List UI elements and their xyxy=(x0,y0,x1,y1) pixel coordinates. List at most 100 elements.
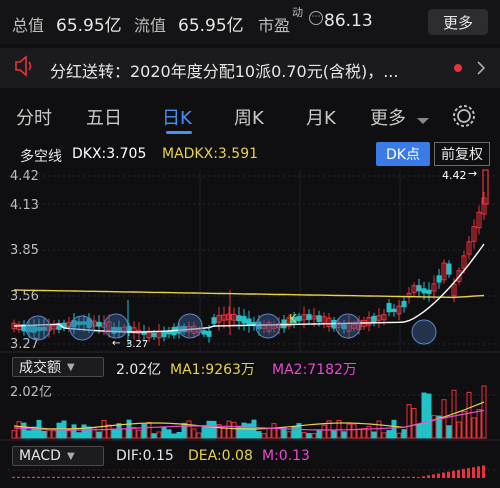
volume-bar xyxy=(241,422,247,439)
candle xyxy=(96,321,102,327)
macd-bar xyxy=(172,476,175,478)
high-price-marker: 4.42 xyxy=(442,169,467,182)
macd-bar xyxy=(352,476,355,478)
event-bubble xyxy=(255,313,281,339)
volume-bar xyxy=(146,421,152,439)
volume-bar xyxy=(416,423,422,439)
volume-bar xyxy=(226,420,232,439)
macd-bar xyxy=(112,476,115,478)
macd-bar xyxy=(322,476,325,478)
macd-bar xyxy=(207,476,210,478)
macd-indicator-button[interactable]: MACD ▼ xyxy=(12,446,104,466)
macd-bar xyxy=(472,467,475,478)
macd-bar xyxy=(372,476,375,478)
candle xyxy=(166,330,172,335)
macd-bar xyxy=(282,476,285,478)
volume-bar xyxy=(131,426,137,439)
volume-bar xyxy=(446,425,452,439)
volume-bar xyxy=(366,426,372,439)
volume-bar xyxy=(211,420,217,439)
volume-bar xyxy=(481,385,487,439)
volume-bar xyxy=(301,432,307,439)
candle xyxy=(246,318,252,326)
macd-bar xyxy=(52,476,55,478)
macd-bar xyxy=(462,469,465,478)
macd-bar xyxy=(362,476,365,478)
volume-axis-top: 2.02亿 xyxy=(10,385,52,400)
volume-bar xyxy=(41,430,47,439)
candle xyxy=(446,263,452,275)
volume-bar xyxy=(11,430,17,439)
volume-bar xyxy=(186,420,192,439)
event-bubble xyxy=(103,313,129,339)
low-price-marker: 3.27 xyxy=(126,339,149,350)
macd-bar xyxy=(77,476,80,478)
volume-bar xyxy=(151,433,157,439)
macd-bar xyxy=(142,476,145,478)
volume-bar xyxy=(381,432,387,439)
volume-bar xyxy=(386,430,392,439)
candle xyxy=(426,289,432,294)
candle xyxy=(236,315,242,322)
volume-bar xyxy=(141,423,147,439)
volume-bar xyxy=(136,429,142,439)
volume-indicator-button[interactable]: 成交额 ▼ xyxy=(12,357,104,377)
candle xyxy=(306,314,312,320)
macd-bar xyxy=(132,476,135,478)
volume-bar xyxy=(391,419,397,439)
candle xyxy=(436,275,442,283)
volume-bar xyxy=(121,428,127,439)
volume-bar xyxy=(96,431,102,439)
volume-bar xyxy=(201,425,207,439)
macd-bar xyxy=(27,476,30,478)
volume-bar xyxy=(171,433,177,439)
macd-bar xyxy=(482,465,485,478)
volume-bar xyxy=(421,392,427,439)
volume-bar xyxy=(331,430,337,439)
volume-bar xyxy=(476,409,482,439)
macd-bar xyxy=(292,476,295,478)
macd-bar xyxy=(262,476,265,478)
volume-bar xyxy=(221,427,227,439)
macd-bar xyxy=(307,476,310,478)
candle xyxy=(241,316,247,324)
volume-bar xyxy=(111,428,117,439)
macd-bar xyxy=(107,476,110,478)
volume-bar xyxy=(206,420,212,439)
event-bubble xyxy=(69,315,95,341)
volume-value: 2.02亿 xyxy=(116,362,162,378)
macd-bar xyxy=(297,476,300,478)
volume-bar xyxy=(471,417,477,439)
kline-chart[interactable] xyxy=(0,0,500,488)
volume-bar xyxy=(266,428,272,439)
candle xyxy=(421,288,427,294)
volume-bar xyxy=(396,432,402,439)
volume-bar xyxy=(271,423,277,439)
volume-bar xyxy=(351,423,357,439)
macd-bar xyxy=(347,476,350,478)
macd-bar xyxy=(237,476,240,478)
macd-bar xyxy=(157,476,160,478)
volume-bar xyxy=(376,420,382,439)
macd-bar xyxy=(152,476,155,478)
macd-bar xyxy=(42,476,45,478)
macd-bar xyxy=(252,476,255,478)
macd-indicator-label: MACD xyxy=(19,448,61,464)
volume-bar xyxy=(456,421,462,439)
macd-bar xyxy=(242,476,245,478)
volume-bar xyxy=(261,433,267,439)
candle xyxy=(201,330,207,335)
dropdown-icon: ▼ xyxy=(67,361,75,373)
volume-bar xyxy=(246,423,252,439)
candle xyxy=(316,315,322,323)
candle xyxy=(416,285,422,292)
volume-bar xyxy=(466,391,472,439)
arrow-right-icon: → xyxy=(468,167,478,180)
macd-bar xyxy=(82,476,85,478)
volume-bar xyxy=(286,431,292,439)
macd-bar xyxy=(87,476,90,478)
volume-bar xyxy=(371,431,377,439)
volume-bar xyxy=(316,430,322,439)
volume-bar xyxy=(21,422,27,439)
macd-bar xyxy=(222,476,225,478)
